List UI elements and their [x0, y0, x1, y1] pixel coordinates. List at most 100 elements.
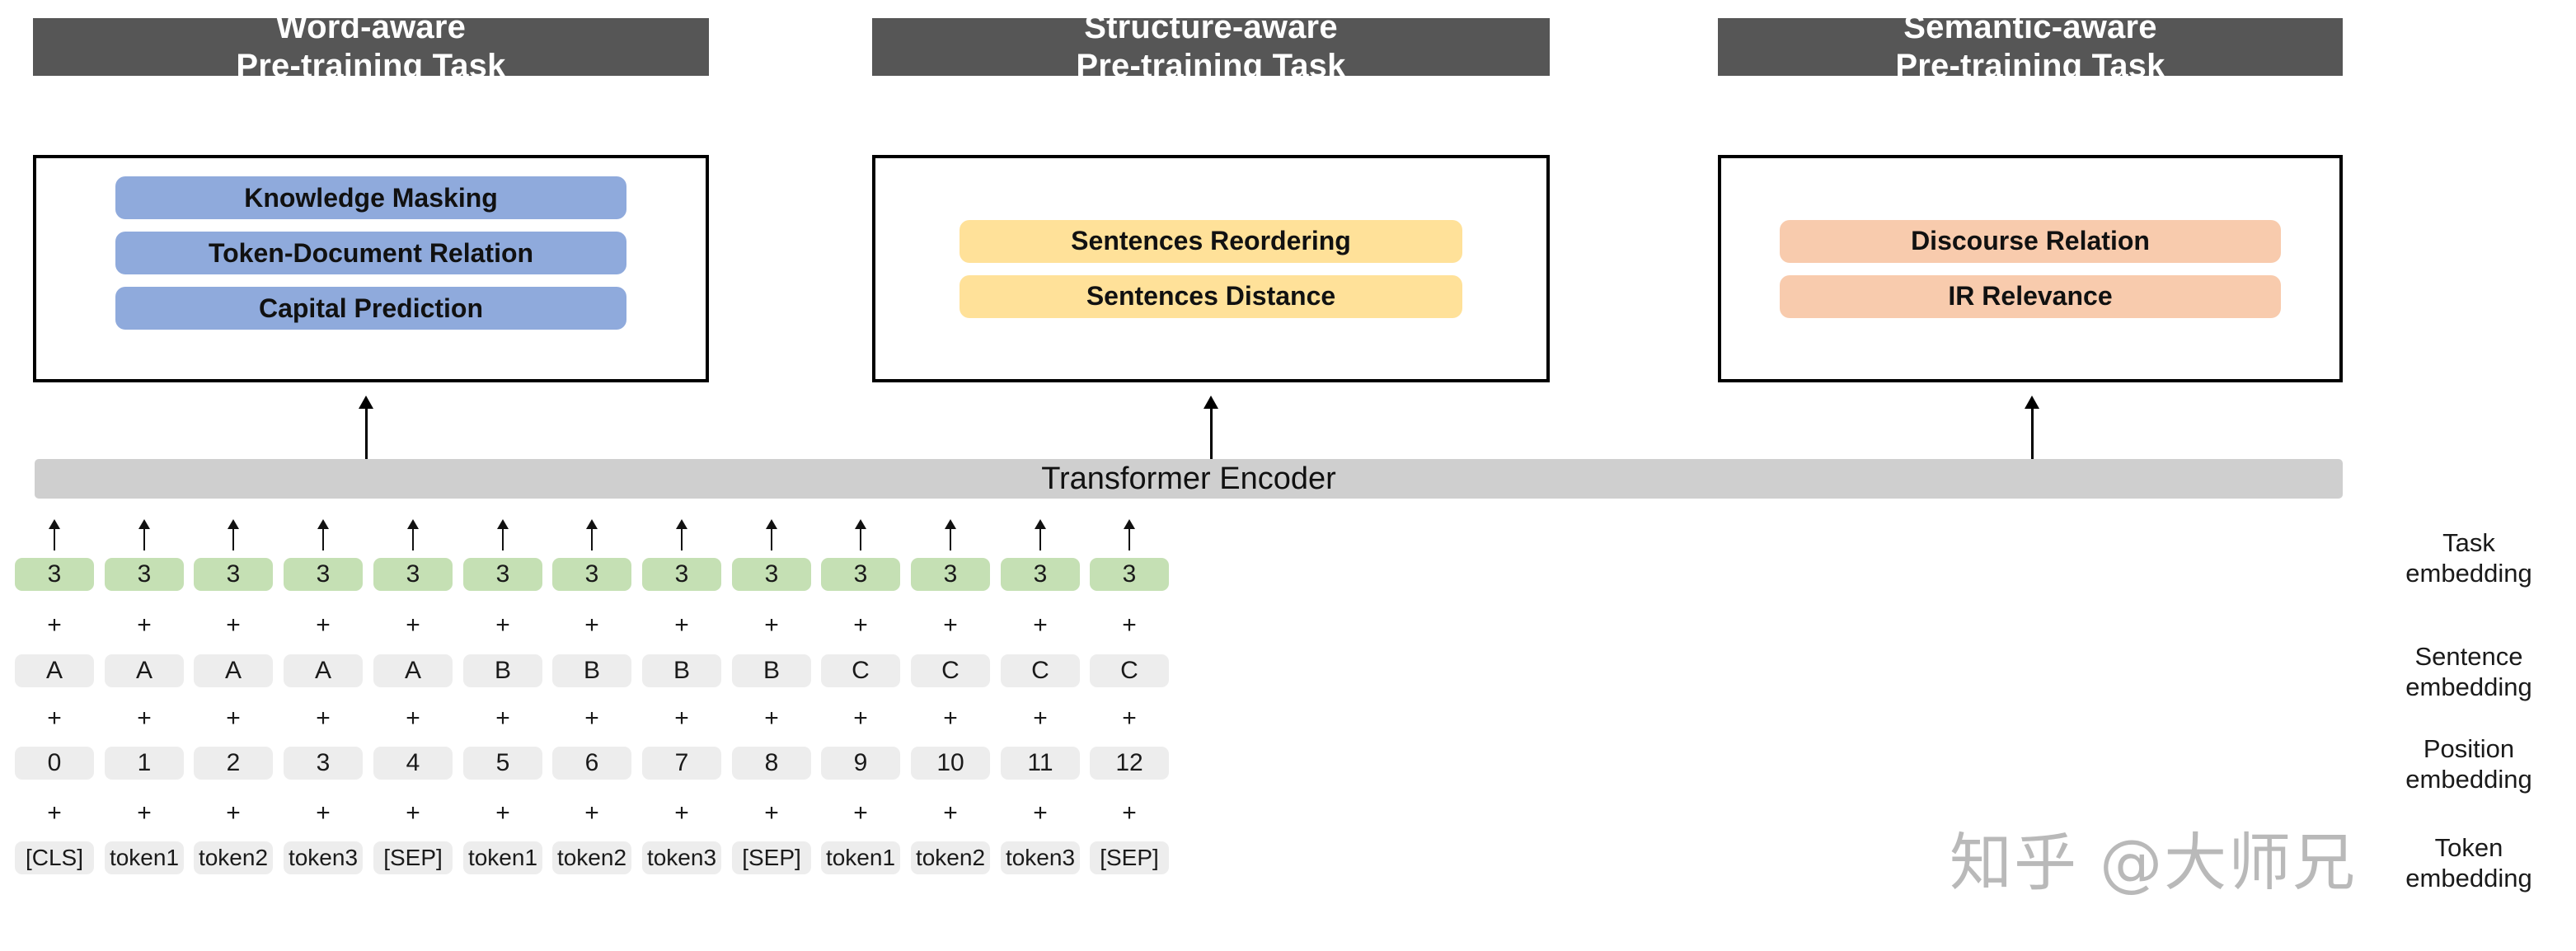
token-input-arrow: [495, 519, 511, 550]
embedding-cell-sentence: C: [911, 654, 990, 687]
plus-sign: +: [137, 705, 152, 732]
plus-sign: +: [764, 611, 779, 639]
plus-sign: +: [943, 799, 958, 827]
plus-sign: +: [1122, 799, 1137, 827]
embedding-cell-sentence: B: [642, 654, 721, 687]
arrow-shaft: [591, 527, 593, 550]
group-header-structure-aware: Structure-aware Pre-training Task: [872, 9, 1550, 84]
task-pill-discourse-relation[interactable]: Discourse Relation: [1780, 219, 2281, 263]
plus-sign: +: [764, 799, 779, 827]
embedding-cell-token: [CLS]: [15, 841, 94, 874]
plus-sign: +: [316, 611, 331, 639]
plus-sign: +: [495, 799, 510, 827]
row-label-line1: Token: [2434, 833, 2503, 862]
task-panel-word-aware: Knowledge Masking Token-Document Relatio…: [33, 155, 709, 382]
embedding-cell-task: 3: [552, 558, 631, 591]
token-input-arrow: [46, 519, 63, 550]
task-pill-sentences-reordering[interactable]: Sentences Reordering: [960, 219, 1462, 263]
task-panel-structure-aware: Sentences Reordering Sentences Distance: [872, 155, 1550, 382]
embedding-cell-sentence: A: [15, 654, 94, 687]
embedding-cell-task: 3: [1090, 558, 1169, 591]
embedding-cell-sentence: B: [732, 654, 811, 687]
embedding-cell-token: token2: [911, 841, 990, 874]
embedding-cell-token: [SEP]: [732, 841, 811, 874]
embedding-cell-token: token3: [1001, 841, 1080, 874]
embedding-cell-sentence: A: [284, 654, 363, 687]
group-title-line2: Pre-training Task: [1076, 48, 1346, 84]
row-label-line1: Task: [2442, 528, 2495, 557]
embedding-cell-sentence: C: [1090, 654, 1169, 687]
group-title-line1: Structure-aware: [1084, 8, 1338, 45]
plus-sign: +: [1033, 799, 1048, 827]
plus-sign: +: [1033, 611, 1048, 639]
embedding-cell-position: 9: [821, 747, 900, 780]
plus-sign: +: [137, 799, 152, 827]
embedding-cell-task: 3: [463, 558, 542, 591]
plus-sign: +: [226, 611, 241, 639]
token-input-arrow: [942, 519, 959, 550]
arrow-shaft: [950, 527, 951, 550]
arrow-shaft: [681, 527, 683, 550]
embedding-cell-task: 3: [821, 558, 900, 591]
embedding-cell-token: token1: [105, 841, 184, 874]
row-label-line1: Position: [2423, 734, 2515, 763]
embedding-cell-position: 0: [15, 747, 94, 780]
row-label-sentence-embedding: Sentence embedding: [2366, 641, 2572, 702]
task-pill-knowledge-masking[interactable]: Knowledge Masking: [115, 176, 626, 219]
arrow-shaft: [232, 527, 234, 550]
embedding-cell-token: token3: [642, 841, 721, 874]
plus-sign: +: [495, 611, 510, 639]
embedding-cell-sentence: A: [194, 654, 273, 687]
row-label-line2: embedding: [2405, 559, 2532, 588]
arrow-shaft: [54, 527, 55, 550]
plus-sign: +: [316, 705, 331, 732]
embedding-cell-token: token2: [552, 841, 631, 874]
row-label-task-embedding: Task embedding: [2366, 527, 2572, 588]
plus-sign: +: [584, 705, 599, 732]
plus-sign: +: [47, 611, 62, 639]
arrow-shaft: [143, 527, 145, 550]
arrow-shaft: [1039, 527, 1041, 550]
task-pill-capital-prediction[interactable]: Capital Prediction: [115, 287, 626, 330]
embedding-cell-token: token2: [194, 841, 273, 874]
diagram-canvas: Word-aware Pre-training Task Structure-a…: [0, 0, 2576, 951]
embedding-cell-sentence: B: [463, 654, 542, 687]
embedding-cell-sentence: A: [373, 654, 453, 687]
plus-sign: +: [406, 799, 420, 827]
plus-sign: +: [764, 705, 779, 732]
embedding-cell-sentence: C: [1001, 654, 1080, 687]
arrow-shaft: [412, 527, 414, 550]
embedding-cell-token: token1: [821, 841, 900, 874]
embedding-cell-position: 12: [1090, 747, 1169, 780]
embedding-cell-task: 3: [642, 558, 721, 591]
token-input-arrow: [852, 519, 869, 550]
plus-sign: +: [943, 611, 958, 639]
task-pill-sentences-distance[interactable]: Sentences Distance: [960, 274, 1462, 318]
embedding-cell-position: 11: [1001, 747, 1080, 780]
embedding-cell-position: 7: [642, 747, 721, 780]
arrow-shaft: [502, 527, 504, 550]
plus-sign: +: [584, 799, 599, 827]
group-header-word-aware: Word-aware Pre-training Task: [33, 9, 709, 84]
embedding-cell-token: token1: [463, 841, 542, 874]
plus-sign: +: [1122, 705, 1137, 732]
plus-sign: +: [853, 705, 868, 732]
embedding-cell-sentence: C: [821, 654, 900, 687]
row-label-position-embedding: Position embedding: [2366, 733, 2572, 794]
embedding-cell-token: token3: [284, 841, 363, 874]
task-pill-token-document-relation[interactable]: Token-Document Relation: [115, 232, 626, 274]
arrow-shaft: [1128, 527, 1130, 550]
token-input-arrow: [584, 519, 600, 550]
row-label-line2: embedding: [2405, 765, 2532, 794]
embedding-cell-position: 6: [552, 747, 631, 780]
task-pill-ir-relevance[interactable]: IR Relevance: [1780, 274, 2281, 318]
arrow-shaft: [860, 527, 861, 550]
row-label-token-embedding: Token embedding: [2366, 832, 2572, 893]
group-title-line2: Pre-training Task: [1895, 48, 2165, 84]
plus-sign: +: [137, 611, 152, 639]
plus-sign: +: [406, 611, 420, 639]
embedding-cell-position: 5: [463, 747, 542, 780]
plus-sign: +: [1033, 705, 1048, 732]
group-title-line2: Pre-training Task: [236, 48, 506, 84]
row-label-line2: embedding: [2405, 672, 2532, 702]
